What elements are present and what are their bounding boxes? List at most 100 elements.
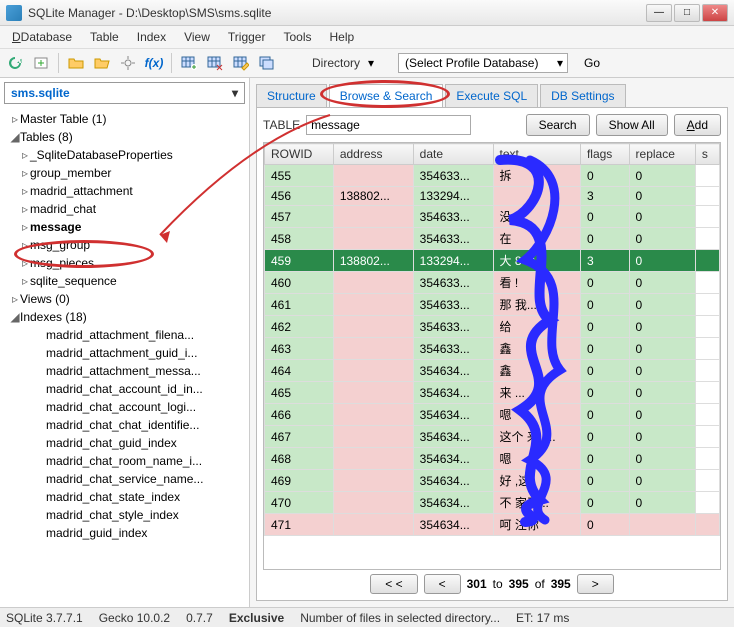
tree-node[interactable]: madrid_attachment_filena...: [0, 326, 249, 344]
table-row[interactable]: 469354634...好 ,这00: [265, 470, 720, 492]
table-row[interactable]: 467354634...这个 来, ...00: [265, 426, 720, 448]
tree-node[interactable]: madrid_chat_account_id_in...: [0, 380, 249, 398]
table-label: TABLE: [263, 118, 300, 132]
table-row[interactable]: 456138802...133294...30: [265, 187, 720, 206]
go-button[interactable]: Go: [578, 54, 606, 72]
tree-node[interactable]: madrid_attachment_messa...: [0, 362, 249, 380]
db-select[interactable]: sms.sqlite: [4, 82, 245, 104]
table-new-icon[interactable]: [178, 52, 200, 74]
tree-node[interactable]: ▹message: [0, 218, 249, 236]
tree-node[interactable]: ▹madrid_chat: [0, 200, 249, 218]
table-row[interactable]: 458354633...在00: [265, 228, 720, 250]
table-row[interactable]: 457354633...没00: [265, 206, 720, 228]
tree-node[interactable]: ◢Indexes (18): [0, 308, 249, 326]
col-header[interactable]: date: [413, 144, 493, 165]
pager-prev[interactable]: <: [424, 574, 461, 594]
table-row[interactable]: 466354634...嗯00: [265, 404, 720, 426]
tree-node[interactable]: ▹msg_pieces: [0, 254, 249, 272]
col-header[interactable]: text: [493, 144, 580, 165]
menu-table[interactable]: Table: [82, 28, 127, 46]
directory-label: Directory: [312, 56, 360, 70]
table-row[interactable]: 465354634...来 ...00: [265, 382, 720, 404]
refresh-icon[interactable]: [4, 52, 26, 74]
tree-node[interactable]: madrid_chat_room_name_i...: [0, 452, 249, 470]
status-num: 0.7.7: [186, 611, 213, 625]
table-row[interactable]: 468354634...嗯00: [265, 448, 720, 470]
table-row[interactable]: 459138802...133294...大 840...30: [265, 250, 720, 272]
tree-node[interactable]: madrid_chat_style_index: [0, 506, 249, 524]
table-copy-icon[interactable]: [256, 52, 278, 74]
settings-icon[interactable]: [117, 52, 139, 74]
pager-first[interactable]: < <: [370, 574, 417, 594]
new-db-icon[interactable]: [30, 52, 52, 74]
col-header[interactable]: flags: [580, 144, 629, 165]
showall-button[interactable]: Show All: [596, 114, 668, 136]
tree-node[interactable]: madrid_attachment_guid_i...: [0, 344, 249, 362]
status-msg: Number of files in selected directory...: [300, 611, 500, 625]
tree-node[interactable]: ◢Tables (8): [0, 128, 249, 146]
tab-execute-sql[interactable]: Execute SQL: [445, 84, 538, 107]
tree: ▹Master Table (1)◢Tables (8)▹_SqliteData…: [0, 108, 249, 607]
menu-trigger[interactable]: Trigger: [220, 28, 274, 46]
tree-node[interactable]: madrid_guid_index: [0, 524, 249, 542]
col-header[interactable]: s: [695, 144, 719, 165]
col-header[interactable]: replace: [629, 144, 695, 165]
tree-node[interactable]: ▹group_member: [0, 164, 249, 182]
status-gecko: Gecko 10.0.2: [99, 611, 170, 625]
tree-node[interactable]: ▹sqlite_sequence: [0, 272, 249, 290]
tree-node[interactable]: ▹Views (0): [0, 290, 249, 308]
statusbar: SQLite 3.7.7.1 Gecko 10.0.2 0.7.7 Exclus…: [0, 607, 734, 627]
add-button[interactable]: Add: [674, 114, 721, 136]
profile-select[interactable]: (Select Profile Database): [398, 53, 568, 73]
tree-node[interactable]: ▹madrid_attachment: [0, 182, 249, 200]
tree-node[interactable]: ▹msg_group: [0, 236, 249, 254]
menu-database[interactable]: DDatabaseDatabase: [4, 28, 80, 46]
open-folder-icon[interactable]: [65, 52, 87, 74]
table-edit-icon[interactable]: [230, 52, 252, 74]
pager-next[interactable]: >: [577, 574, 614, 594]
table-row[interactable]: 461354633...那 我...00: [265, 294, 720, 316]
table-row[interactable]: 470354634...不 家了...00: [265, 492, 720, 514]
table-drop-icon[interactable]: [204, 52, 226, 74]
tree-node[interactable]: madrid_chat_chat_identifie...: [0, 416, 249, 434]
sidebar: sms.sqlite ▹Master Table (1)◢Tables (8)▹…: [0, 78, 250, 607]
table-row[interactable]: 455354633...拆00: [265, 165, 720, 187]
tab-browse-search[interactable]: Browse & Search: [329, 84, 444, 107]
col-header[interactable]: address: [333, 144, 413, 165]
maximize-button[interactable]: □: [674, 4, 700, 22]
tree-node[interactable]: madrid_chat_guid_index: [0, 434, 249, 452]
table-row[interactable]: 463354633...鑫00: [265, 338, 720, 360]
status-exclusive: Exclusive: [229, 611, 284, 625]
menubar: DDatabaseDatabase Table Index View Trigg…: [0, 26, 734, 49]
toolbar: f(x) Directory ▾ (Select Profile Databas…: [0, 49, 734, 78]
table-row[interactable]: 462354633...给00: [265, 316, 720, 338]
tree-node[interactable]: ▹_SqliteDatabaseProperties: [0, 146, 249, 164]
titlebar: SQLite Manager - D:\Desktop\SMS\sms.sqli…: [0, 0, 734, 26]
tab-structure[interactable]: Structure: [256, 84, 327, 107]
table-row[interactable]: 460354633...看 !00: [265, 272, 720, 294]
menu-tools[interactable]: Tools: [275, 28, 319, 46]
table-row[interactable]: 464354634...鑫00: [265, 360, 720, 382]
fx-icon[interactable]: f(x): [143, 52, 165, 74]
tree-node[interactable]: ▹Master Table (1): [0, 110, 249, 128]
menu-view[interactable]: View: [176, 28, 218, 46]
data-grid[interactable]: ROWIDaddressdatetextflagsreplaces4553546…: [263, 142, 721, 570]
status-et: ET: 17 ms: [516, 611, 569, 625]
menu-index[interactable]: Index: [129, 28, 174, 46]
table-row[interactable]: 471354634...呵 注你0: [265, 514, 720, 536]
pager: < < < 301 to 395 of 395 >: [263, 570, 721, 594]
tree-node[interactable]: madrid_chat_state_index: [0, 488, 249, 506]
tree-node[interactable]: madrid_chat_account_logi...: [0, 398, 249, 416]
minimize-button[interactable]: —: [646, 4, 672, 22]
content: Structure Browse & Search Execute SQL DB…: [250, 78, 734, 607]
col-header[interactable]: ROWID: [265, 144, 334, 165]
folder-open-icon[interactable]: [91, 52, 113, 74]
tree-node[interactable]: madrid_chat_service_name...: [0, 470, 249, 488]
tab-db-settings[interactable]: DB Settings: [540, 84, 625, 107]
table-input[interactable]: [306, 115, 471, 135]
directory-dropdown-icon[interactable]: ▾: [368, 56, 374, 70]
status-sqlite-ver: SQLite 3.7.7.1: [6, 611, 83, 625]
menu-help[interactable]: Help: [321, 28, 362, 46]
search-button[interactable]: Search: [526, 114, 590, 136]
close-button[interactable]: ✕: [702, 4, 728, 22]
